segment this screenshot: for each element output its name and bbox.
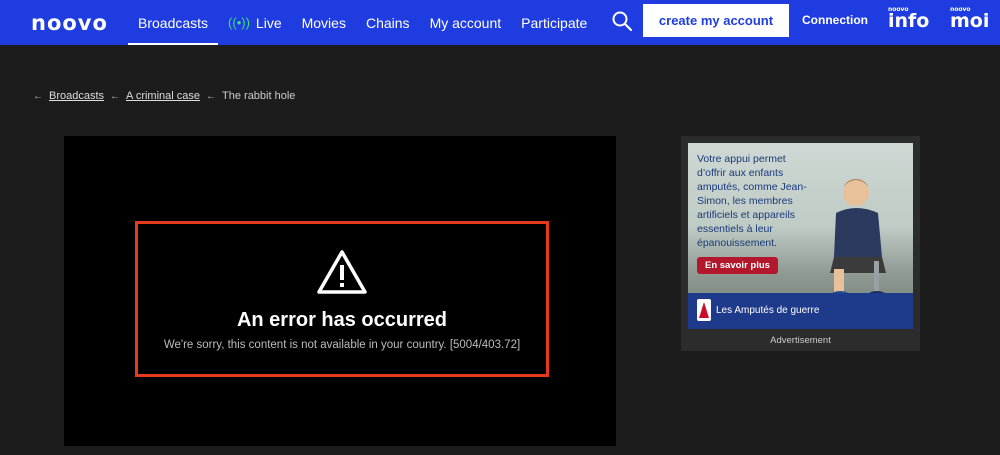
nav-movies[interactable]: Movies: [292, 0, 356, 45]
top-nav-bar: noovo Broadcasts ((•)) Live Movies Chain…: [0, 0, 1000, 45]
breadcrumb-current: The rabbit hole: [222, 90, 296, 102]
connection-link[interactable]: Connection: [802, 13, 868, 27]
child-photo-image: [830, 179, 887, 301]
nav-my-account-label: My account: [429, 14, 502, 31]
noovo-logo[interactable]: noovo: [31, 11, 108, 35]
nav-movies-label: Movies: [301, 14, 346, 31]
noovo-info-logo-big: info: [888, 10, 930, 32]
warning-icon: [317, 250, 367, 294]
video-player[interactable]: An error has occurred We're sorry, this …: [64, 136, 616, 446]
error-panel: An error has occurred We're sorry, this …: [135, 221, 549, 377]
back-arrow-icon: ←: [206, 90, 217, 102]
nav-chains-label: Chains: [365, 14, 410, 31]
nav-live[interactable]: ((•)) Live: [218, 0, 292, 45]
nav-live-label: Live: [255, 14, 282, 31]
nav-my-account[interactable]: My account: [420, 0, 512, 45]
nav-broadcasts[interactable]: Broadcasts: [128, 0, 219, 45]
nav-participate-label: Participate: [521, 14, 588, 31]
nav-participate[interactable]: Participate: [511, 0, 597, 45]
ad-copy: Votre appui permet d’offrir aux enfants …: [697, 153, 807, 249]
nav-chains[interactable]: Chains: [356, 0, 420, 45]
ad-organization: Les Amputés de guerre: [716, 305, 820, 316]
ad-learn-more-button[interactable]: En savoir plus: [697, 257, 778, 274]
breadcrumb-criminal-case[interactable]: A criminal case: [126, 90, 200, 102]
back-arrow-icon: ←: [110, 90, 121, 102]
advertisement-label: Advertisement: [770, 335, 831, 346]
main-nav: Broadcasts ((•)) Live Movies Chains My a…: [128, 0, 597, 45]
create-account-button[interactable]: create my account: [643, 4, 789, 37]
breadcrumb-broadcasts[interactable]: Broadcasts: [49, 90, 104, 102]
advertisement: Votre appui permet d’offrir aux enfants …: [681, 136, 920, 351]
ad-banner[interactable]: Votre appui permet d’offrir aux enfants …: [688, 143, 913, 329]
breadcrumb: ← Broadcasts ← A criminal case ← The rab…: [33, 90, 295, 102]
noovo-moi-logo[interactable]: noovo moi: [950, 7, 989, 31]
error-title: An error has occurred: [236, 309, 448, 331]
back-arrow-icon: ←: [33, 90, 43, 102]
war-amps-logo-icon: [697, 299, 711, 321]
nav-broadcasts-label: Broadcasts: [138, 14, 209, 31]
error-message: We're sorry, this content is not availab…: [163, 339, 521, 351]
live-broadcast-icon: ((•)): [228, 15, 250, 30]
search-icon[interactable]: [611, 10, 633, 32]
ad-footer: Les Amputés de guerre: [688, 293, 913, 329]
noovo-info-logo[interactable]: noovo info: [888, 7, 929, 31]
noovo-moi-logo-big: moi: [950, 10, 990, 32]
